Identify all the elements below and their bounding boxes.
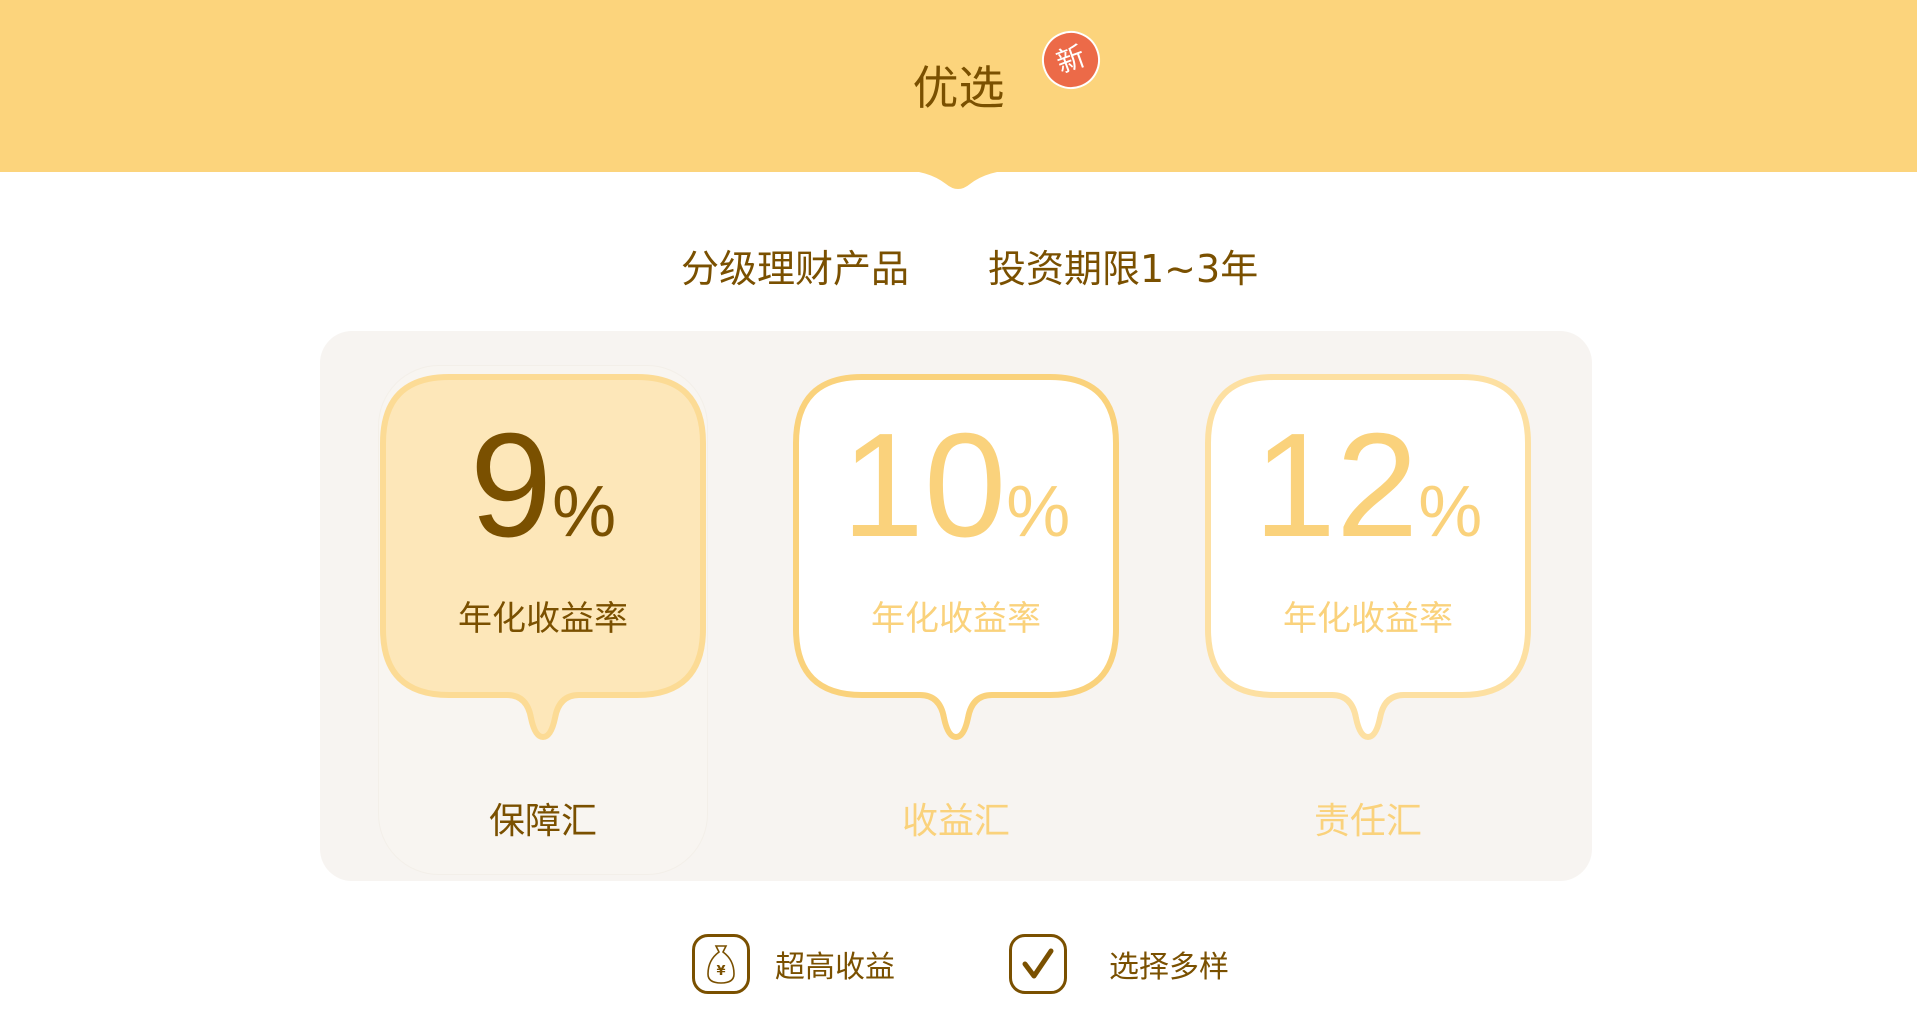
- product-name[interactable]: 保障汇: [379, 792, 707, 844]
- feature-high-yield: ¥ 超高收益: [692, 933, 895, 995]
- product-name[interactable]: 收益汇: [792, 792, 1120, 844]
- rate-value: 9%: [469, 403, 617, 568]
- product-type: 分级理财产品: [681, 247, 910, 291]
- money-bag-icon: ¥: [692, 934, 750, 994]
- feature-label: 选择多样: [1109, 950, 1229, 985]
- product-card-shouyihui[interactable]: 10% 年化收益率: [792, 373, 1120, 743]
- header-notch: [898, 170, 1018, 189]
- product-name[interactable]: 责任汇: [1204, 792, 1532, 844]
- rate-label: 年化收益率: [458, 599, 628, 639]
- rate-value: 12%: [1253, 403, 1483, 568]
- feature-label: 超高收益: [775, 950, 895, 985]
- checkmark-icon: [1009, 934, 1067, 994]
- rate-label: 年化收益率: [1283, 599, 1453, 639]
- investment-term: 投资期限1~3年: [988, 247, 1259, 291]
- rate-label: 年化收益率: [871, 599, 1041, 639]
- page-title: 优选: [912, 61, 1005, 115]
- rate-value: 10%: [841, 403, 1071, 568]
- product-card-baozhanghui[interactable]: 9% 年化收益率: [379, 373, 707, 743]
- feature-diverse-choice: 选择多样: [1009, 933, 1229, 995]
- svg-text:¥: ¥: [716, 964, 725, 979]
- product-card-zerenhui[interactable]: 12% 年化收益率: [1204, 373, 1532, 743]
